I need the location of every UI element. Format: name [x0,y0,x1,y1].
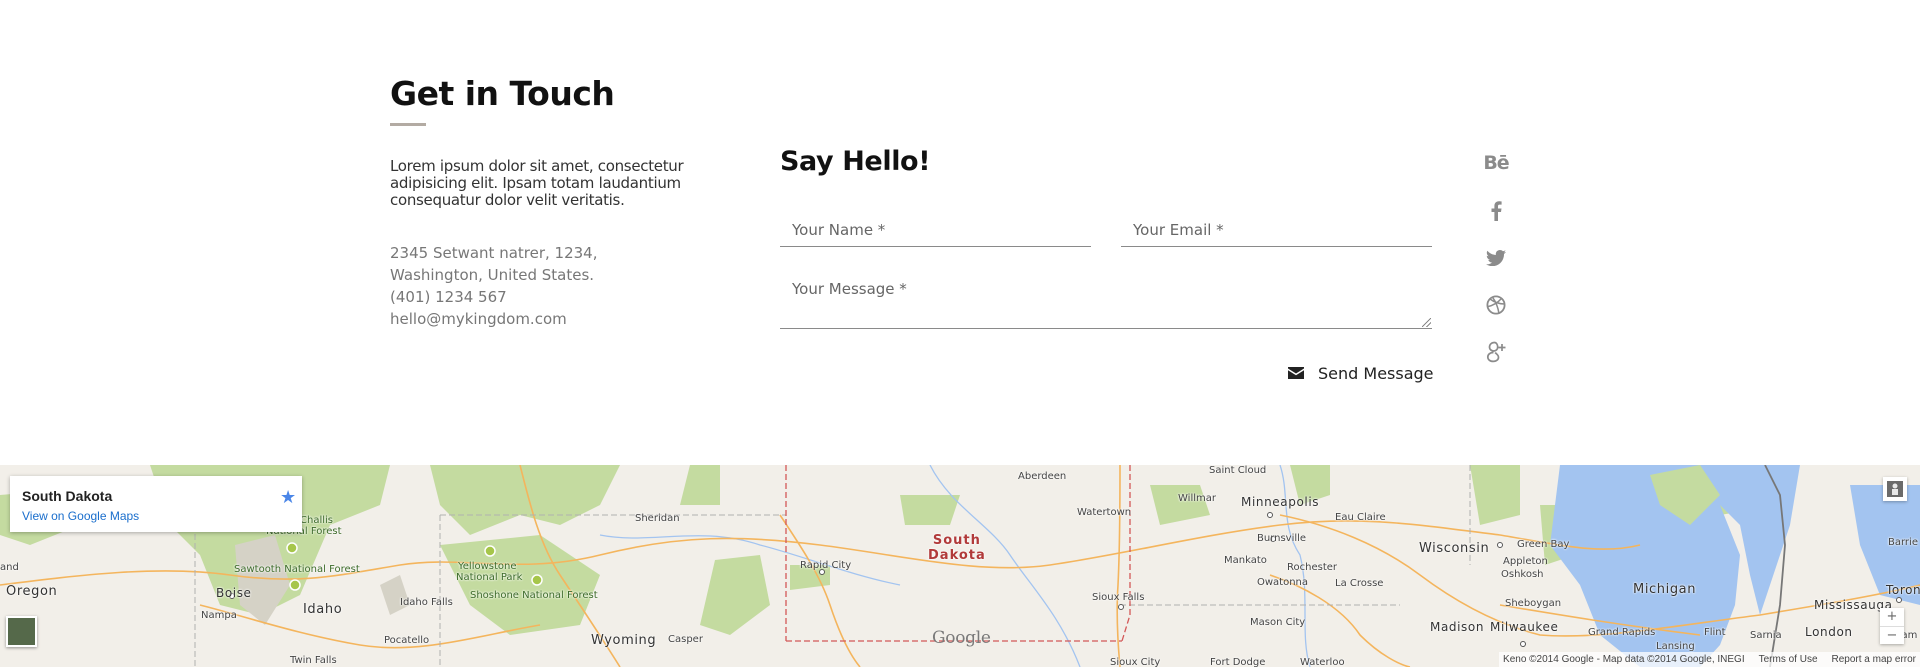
map-label-shoshone: Shoshone National Forest [470,590,598,601]
map-info-card: South Dakota View on Google Maps ★ [10,476,302,532]
twitter-icon[interactable] [1483,245,1509,271]
map-label-sheboygan: Sheboygan [1505,598,1562,609]
map-label-sawtooth: Sawtooth National Forest [234,564,360,575]
map-label-oregon: Oregon [6,584,58,599]
map-label-south-dakota: South Dakota [928,533,986,563]
behance-icon[interactable]: Bē [1483,150,1509,176]
map-label-lansing: Lansing [1656,641,1695,652]
map-label-mankato: Mankato [1224,555,1267,566]
google-plus-icon[interactable] [1483,339,1509,365]
map-label-saint-cloud: Saint Cloud [1209,465,1267,476]
map-attribution: Keno ©2014 Google - Map data ©2014 Googl… [1499,652,1920,667]
map-label-national-park: National Park [456,572,523,583]
map-label-appleton: Appleton [1503,556,1548,567]
map-label-wyoming: Wyoming [591,633,657,648]
textarea-resize-handle[interactable] [1422,318,1431,327]
map-label-minneapolis: Minneapolis [1241,495,1320,509]
facebook-icon[interactable] [1483,198,1509,224]
zoom-out-button[interactable]: − [1880,626,1904,644]
map-label-sarnia: Sarnia [1750,630,1782,641]
map-label-eau-claire: Eau Claire [1335,512,1386,523]
map-label-idaho-falls: Idaho Falls [400,597,453,608]
map-label-london: London [1805,625,1853,639]
form-title: Say Hello! [780,146,931,177]
phone-number: (401) 1234 567 [390,288,507,306]
map-label-wisconsin: Wisconsin [1419,541,1490,556]
heading-underline [390,123,426,126]
map-label-fort-dodge: Fort Dodge [1210,657,1266,667]
map-label-watertown: Watertown [1077,507,1132,518]
envelope-icon [1288,367,1304,379]
map-label-boise: Boise [216,586,252,600]
map-label-green-bay: Green Bay [1517,539,1570,550]
message-field-wrapper [780,272,1432,329]
map-label-yellowstone: Yellowstone [458,561,517,572]
map-label-la-crosse: La Crosse [1335,578,1384,589]
street-view-icon[interactable] [1883,477,1907,501]
info-card-title: South Dakota [22,488,113,504]
map-label-mason-city: Mason City [1250,617,1306,628]
map-label-aberdeen: Aberdeen [1018,471,1067,482]
map-label-oshkosh: Oshkosh [1501,569,1544,580]
map-label-michigan: Michigan [1633,582,1697,597]
terms-of-use-link[interactable]: Terms of Use [1759,652,1818,667]
map-label-rapid-city: Rapid City [800,560,852,571]
satellite-toggle[interactable] [6,616,37,647]
map-label-willmar: Willmar [1178,493,1216,504]
google-map[interactable]: Oregon Idaho Wyoming Wisconsin Michigan … [0,465,1920,667]
message-textarea[interactable] [780,272,1432,328]
zoom-in-button[interactable]: + [1880,608,1904,626]
map-label-owatonna: Owatonna [1257,577,1309,588]
dribbble-icon[interactable] [1483,292,1509,318]
report-map-error-link[interactable]: Report a map error [1832,652,1916,667]
map-label-challis: Challis [300,515,333,526]
intro-text: Lorem ipsum dolor sit amet, consectetur … [390,157,684,209]
map-label-sioux-falls: Sioux Falls [1092,592,1145,603]
send-message-label: Send Message [1318,363,1434,383]
map-label-barrie: Barrie [1888,537,1918,548]
google-logo: Google [932,628,991,648]
view-on-google-maps-link[interactable]: View on Google Maps [22,509,139,523]
email-input[interactable] [1121,214,1432,247]
map-label-milwaukee: Milwaukee [1490,620,1559,634]
map-label-casper: Casper [668,634,703,645]
address-line-1: 2345 Setwant natrer, 1234, [390,244,598,262]
send-message-button[interactable]: Send Message [1288,360,1434,386]
map-label-flint: Flint [1704,627,1726,638]
map-label-grand-rapids: Grand Rapids [1588,627,1656,638]
map-label-waterloo: Waterloo [1300,657,1345,667]
map-label-madison: Madison [1430,620,1485,634]
attribution-text: Keno ©2014 Google - Map data ©2014 Googl… [1503,654,1745,665]
map-label-burnsville: Burnsville [1257,533,1307,544]
address-line-2: Washington, United States. [390,266,595,284]
map-label-idaho: Idaho [303,602,343,617]
map-label-rochester: Rochester [1287,562,1337,573]
map-label-sheridan: Sheridan [635,513,680,524]
map-label-portland-fragment: and [0,562,19,573]
contact-section: Get in Touch Lorem ipsum dolor sit amet,… [0,0,1920,465]
contact-details: 2345 Setwant natrer, 1234, Washington, U… [390,242,597,330]
zoom-controls: + − [1880,608,1904,644]
section-heading: Get in Touch [390,74,615,113]
map-label-pocatello: Pocatello [384,635,430,646]
map-label-sioux-city: Sioux City [1110,657,1161,667]
email-address[interactable]: hello@mykingdom.com [390,308,597,330]
star-icon[interactable]: ★ [280,487,296,508]
map-label-toronto: Toron [1886,583,1920,597]
map-label-nampa: Nampa [201,610,237,621]
map-label-twin-falls: Twin Falls [290,655,337,666]
name-input[interactable] [780,214,1091,247]
